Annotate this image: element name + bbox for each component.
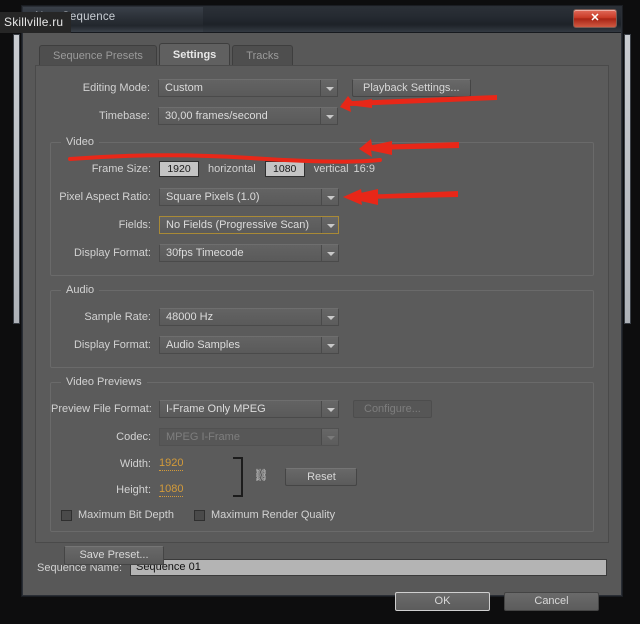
- editing-mode-row: Editing Mode: Custom Playback Settings..…: [50, 76, 594, 100]
- aspect-link-group[interactable]: ⛓: [225, 455, 281, 499]
- preview-width-row: Width: 1920: [51, 457, 184, 471]
- watermark-overlay: Skillville.ru: [0, 12, 72, 33]
- pixel-aspect-value: Square Pixels (1.0): [166, 191, 260, 203]
- playback-settings-button[interactable]: Playback Settings...: [352, 79, 471, 97]
- aspect-ratio-text: 16:9: [353, 163, 375, 175]
- cancel-button[interactable]: Cancel: [504, 592, 599, 611]
- reset-button[interactable]: Reset: [285, 468, 358, 486]
- pixel-aspect-select[interactable]: Square Pixels (1.0): [159, 188, 339, 206]
- frame-size-label: Frame Size:: [91, 163, 151, 175]
- fields-select[interactable]: No Fields (Progressive Scan): [159, 216, 339, 234]
- preview-dimensions-row: Width: 1920 Height: 1080 ⛓ Reset: [51, 455, 593, 499]
- editing-mode-select[interactable]: Custom: [158, 79, 338, 97]
- max-bit-depth-label: Maximum Bit Depth: [78, 509, 174, 521]
- video-display-format-value: 30fps Timecode: [166, 247, 244, 259]
- audio-display-format-label: Display Format:: [73, 339, 151, 351]
- dialog-content: Sequence Presets Settings Tracks Editing…: [23, 33, 621, 611]
- codec-label: Codec:: [116, 431, 151, 443]
- sample-rate-row: Sample Rate: 48000 Hz: [51, 305, 593, 329]
- preview-height-label: Height:: [116, 484, 151, 496]
- vertical-label: vertical: [313, 163, 349, 175]
- preview-file-format-value: I-Frame Only MPEG: [166, 403, 266, 415]
- codec-row: Codec: MPEG I-Frame: [51, 425, 593, 449]
- codec-value: MPEG I-Frame: [166, 431, 240, 443]
- video-previews-group-title: Video Previews: [61, 376, 147, 388]
- sample-rate-select[interactable]: 48000 Hz: [159, 308, 339, 326]
- tab-settings[interactable]: Settings: [158, 43, 231, 65]
- tab-bar: Sequence Presets Settings Tracks: [39, 43, 609, 65]
- screen: New Sequence ✕ Sequence Presets Settings…: [0, 0, 640, 624]
- fields-row: Fields: No Fields (Progressive Scan): [51, 213, 593, 237]
- frame-size-row: Frame Size: 1920 horizontal 1080 vertica…: [51, 157, 593, 181]
- timebase-row: Timebase: 30,00 frames/second: [50, 104, 594, 128]
- chevron-down-icon: [321, 189, 338, 205]
- title-bar[interactable]: New Sequence ✕: [23, 7, 621, 33]
- preview-height-value[interactable]: 1080: [159, 483, 184, 497]
- fields-label: Fields:: [118, 219, 151, 231]
- preview-height-row: Height: 1080: [51, 483, 184, 497]
- dialog-buttons: OK Cancel: [35, 592, 609, 611]
- chevron-down-icon: [321, 337, 338, 353]
- max-render-quality-checkbox[interactable]: [193, 509, 205, 521]
- chevron-down-icon: [320, 108, 337, 124]
- save-preset-button[interactable]: Save Preset...: [64, 546, 164, 565]
- chevron-down-icon: [321, 245, 338, 261]
- sample-rate-value: 48000 Hz: [166, 311, 214, 323]
- preview-dimensions-fields: Width: 1920 Height: 1080: [51, 457, 184, 497]
- save-preset-wrap: Save Preset...: [50, 546, 594, 565]
- timebase-value: 30,00 frames/second: [165, 110, 268, 122]
- pixel-aspect-row: Pixel Aspect Ratio: Square Pixels (1.0): [51, 185, 593, 209]
- fields-value: No Fields (Progressive Scan): [166, 219, 310, 231]
- preview-checkbox-row: Maximum Bit Depth Maximum Render Quality: [51, 509, 593, 521]
- preview-width-label: Width:: [119, 458, 151, 470]
- timebase-select[interactable]: 30,00 frames/second: [158, 107, 338, 125]
- preview-file-format-select[interactable]: I-Frame Only MPEG: [159, 400, 339, 418]
- scrollbar-left[interactable]: [13, 34, 20, 324]
- chevron-down-icon: [321, 429, 338, 445]
- bracket-icon: [233, 457, 244, 497]
- timebase-label: Timebase:: [99, 110, 150, 122]
- editing-mode-label: Editing Mode:: [82, 82, 150, 94]
- audio-group-title: Audio: [61, 284, 100, 296]
- frame-width-input[interactable]: 1920: [159, 161, 199, 177]
- preview-file-format-label: Preview File Format:: [51, 403, 152, 415]
- video-group: Video Frame Size: 1920 horizontal 1080 v…: [50, 136, 594, 276]
- scrollbar-right[interactable]: [624, 34, 631, 324]
- video-display-format-label: Display Format:: [73, 247, 151, 259]
- audio-display-format-value: Audio Samples: [166, 339, 240, 351]
- ok-button[interactable]: OK: [395, 592, 490, 611]
- pixel-aspect-label: Pixel Aspect Ratio:: [59, 191, 151, 203]
- preview-width-value[interactable]: 1920: [159, 457, 184, 471]
- codec-select[interactable]: MPEG I-Frame: [159, 428, 339, 446]
- chain-link-icon[interactable]: ⛓: [253, 469, 268, 481]
- tab-tracks[interactable]: Tracks: [232, 45, 293, 65]
- max-bit-depth-checkbox[interactable]: [61, 509, 72, 521]
- horizontal-label: horizontal: [208, 163, 256, 175]
- frame-height-input[interactable]: 1080: [264, 161, 305, 177]
- configure-button[interactable]: Configure...: [353, 400, 432, 418]
- close-icon[interactable]: ✕: [573, 9, 617, 28]
- video-display-format-select[interactable]: 30fps Timecode: [159, 244, 339, 262]
- sample-rate-label: Sample Rate:: [84, 311, 151, 323]
- audio-display-format-select[interactable]: Audio Samples: [159, 336, 339, 354]
- audio-group: Audio Sample Rate: 48000 Hz Display Form…: [50, 284, 594, 368]
- chevron-down-icon: [320, 80, 337, 96]
- video-display-format-row: Display Format: 30fps Timecode: [51, 241, 593, 265]
- video-previews-group: Video Previews Preview File Format: I-Fr…: [50, 376, 594, 532]
- tab-sequence-presets[interactable]: Sequence Presets: [39, 45, 157, 65]
- chevron-down-icon: [321, 401, 338, 417]
- video-group-title: Video: [61, 136, 99, 148]
- audio-display-format-row: Display Format: Audio Samples: [51, 333, 593, 357]
- editing-mode-value: Custom: [165, 82, 203, 94]
- settings-panel: Editing Mode: Custom Playback Settings..…: [35, 65, 609, 565]
- chevron-down-icon: [321, 309, 338, 325]
- max-render-quality-label: Maximum Render Quality: [210, 509, 336, 521]
- chevron-down-icon: [321, 217, 338, 233]
- preview-file-format-row: Preview File Format: I-Frame Only MPEG C…: [51, 397, 593, 421]
- new-sequence-dialog: New Sequence ✕ Sequence Presets Settings…: [13, 6, 631, 611]
